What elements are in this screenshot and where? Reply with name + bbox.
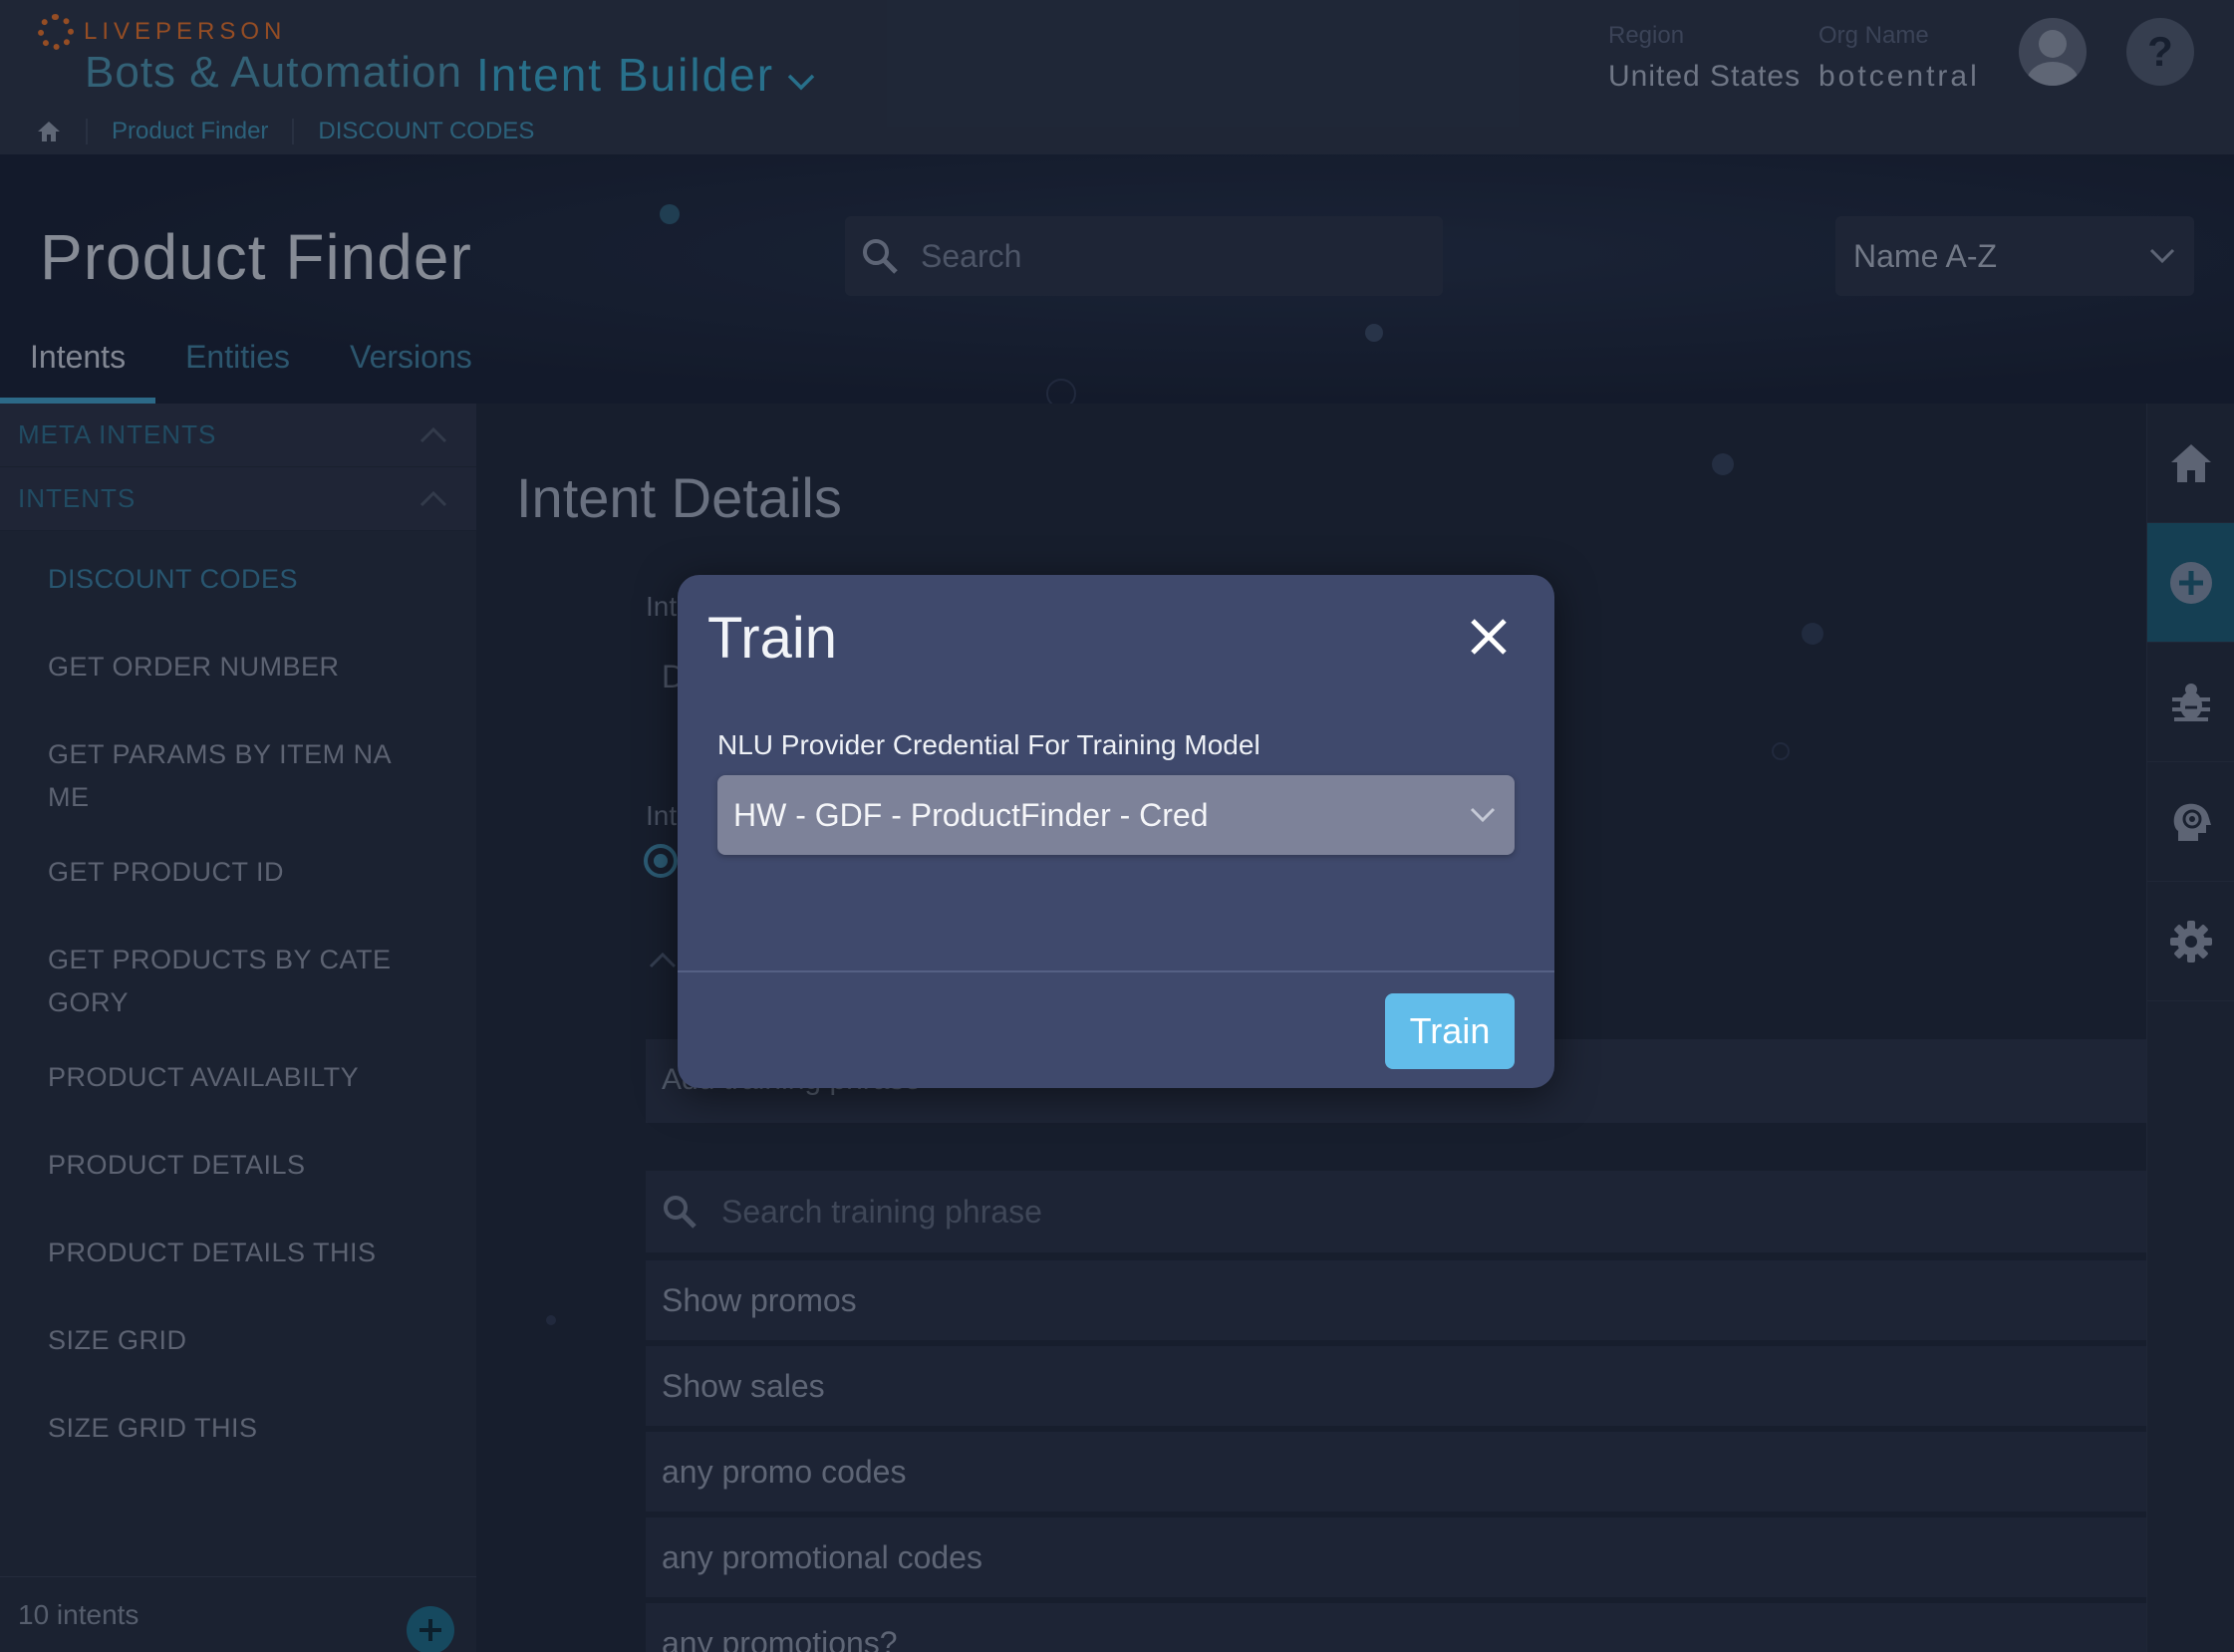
credential-select[interactable]: HW - GDF - ProductFinder - Cred	[717, 775, 1515, 855]
dialog-divider	[678, 970, 1554, 972]
train-dialog: Train NLU Provider Credential For Traini…	[678, 575, 1554, 1088]
credential-label: NLU Provider Credential For Training Mod…	[717, 729, 1260, 760]
credential-value: HW - GDF - ProductFinder - Cred	[733, 796, 1209, 833]
train-button[interactable]: Train	[1385, 993, 1515, 1069]
close-icon[interactable]	[1467, 615, 1511, 659]
dialog-title: Train	[707, 606, 837, 671]
chevron-down-icon	[1470, 807, 1496, 823]
